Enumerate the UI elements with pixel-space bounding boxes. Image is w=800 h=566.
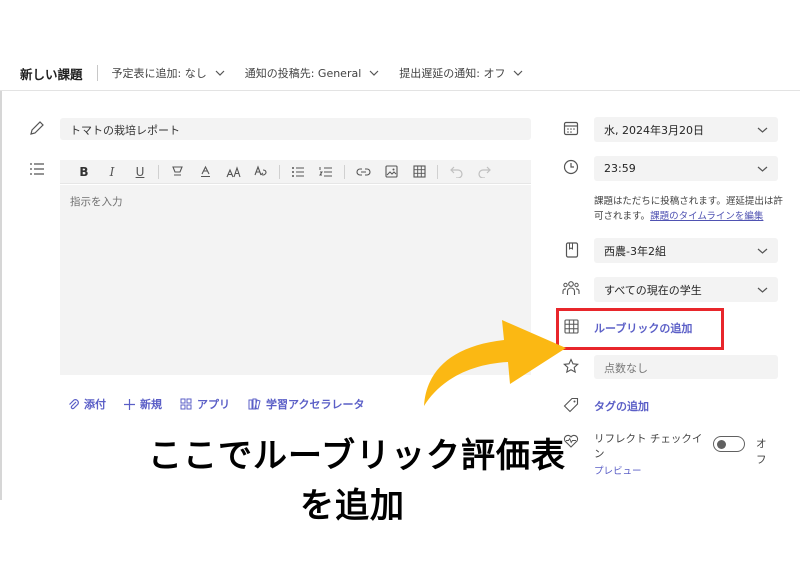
calendar-option[interactable]: 予定表に追加: なし — [112, 65, 225, 81]
instructions-placeholder: 指示を入力 — [70, 196, 123, 208]
class-select[interactable]: 西農-3年2組 — [594, 238, 778, 263]
header-divider — [96, 65, 98, 81]
left-border — [0, 90, 2, 500]
bold-button[interactable]: B — [70, 165, 98, 179]
bullet-list-icon[interactable] — [284, 166, 312, 178]
people-icon — [562, 281, 580, 295]
attach-label: 添付 — [84, 398, 106, 411]
reflect-toggle[interactable] — [713, 436, 745, 452]
numbered-list-icon[interactable] — [312, 166, 340, 178]
assignment-title-input[interactable]: トマトの栽培レポート — [60, 118, 531, 140]
undo-icon[interactable] — [442, 166, 470, 178]
points-input[interactable]: 点数なし — [594, 355, 778, 379]
chevron-down-icon — [514, 70, 523, 76]
new-button[interactable]: 新規 — [124, 396, 162, 412]
post-to-option-label: 通知の投稿先: General — [244, 67, 362, 80]
text-lines-icon — [30, 163, 44, 175]
apps-label: アプリ — [197, 398, 230, 411]
new-label: 新規 — [140, 398, 162, 411]
chevron-down-icon — [757, 287, 768, 293]
header-bar: 新しい課題 予定表に追加: なし 通知の投稿先: General 提出遅延の通知… — [20, 56, 543, 90]
calendar-icon — [563, 121, 579, 136]
toggle-state-label: オフ — [756, 438, 767, 466]
toolbar-divider — [279, 164, 280, 179]
chevron-down-icon — [757, 166, 768, 172]
table-icon[interactable] — [405, 165, 433, 178]
apps-button[interactable]: アプリ — [180, 396, 230, 412]
post-to-option[interactable]: 通知の投稿先: General — [245, 65, 380, 81]
toolbar-divider — [437, 164, 438, 179]
apps-icon — [180, 398, 192, 410]
students-select[interactable]: すべての現在の学生 — [594, 277, 778, 302]
edit-timeline-link[interactable]: 課題のタイムラインを編集 — [650, 211, 763, 222]
class-value: 西農-3年2組 — [604, 244, 666, 258]
paperclip-icon — [69, 398, 79, 409]
page-title: 新しい課題 — [20, 66, 83, 82]
attach-button[interactable]: 添付 — [68, 396, 106, 412]
format-toolbar: B I U — [60, 160, 531, 184]
due-time-select[interactable]: 23:59 — [594, 156, 778, 181]
annotation-line-1: ここでルーブリック評価表 — [148, 436, 566, 476]
pencil-icon — [30, 121, 44, 135]
clock-icon — [563, 159, 579, 175]
highlight-box — [556, 308, 724, 350]
due-date-value: 水, 2024年3月20日 — [604, 123, 704, 137]
highlight-icon[interactable] — [163, 165, 191, 178]
preview-badge: プレビュー — [594, 466, 642, 477]
due-date-select[interactable]: 水, 2024年3月20日 — [594, 117, 778, 142]
font-color-icon[interactable] — [191, 165, 219, 178]
chevron-down-icon — [757, 127, 768, 133]
link-icon[interactable] — [349, 167, 377, 177]
toolbar-divider — [158, 164, 159, 179]
toggle-knob — [717, 439, 726, 449]
due-time-value: 23:59 — [604, 162, 636, 175]
italic-button[interactable]: I — [98, 165, 126, 179]
books-icon — [248, 398, 261, 410]
chevron-down-icon — [215, 70, 225, 76]
font-size-icon[interactable] — [219, 165, 247, 178]
redo-icon[interactable] — [470, 166, 498, 178]
image-icon[interactable] — [377, 165, 405, 178]
notebook-icon — [565, 242, 579, 258]
annotation-line-2: を追加 — [300, 486, 405, 526]
plus-icon — [124, 398, 135, 410]
chevron-down-icon — [369, 70, 379, 76]
late-notify-option[interactable]: 提出遅延の通知: オフ — [399, 65, 523, 81]
arrow-icon — [424, 320, 566, 406]
learning-accelerator-label: 学習アクセラレータ — [266, 398, 365, 411]
header-divider-line — [0, 90, 800, 91]
learning-accelerator-button[interactable]: 学習アクセラレータ — [248, 396, 364, 412]
calendar-option-label: 予定表に追加: なし — [111, 67, 207, 80]
toolbar-divider — [344, 164, 345, 179]
late-notify-option-label: 提出遅延の通知: オフ — [399, 67, 506, 80]
students-value: すべての現在の学生 — [604, 283, 702, 297]
attachments-row: 添付 新規 アプリ 学習アクセラレータ — [68, 396, 382, 412]
add-tag-button[interactable]: タグの追加 — [594, 398, 649, 414]
underline-button[interactable]: U — [126, 165, 154, 179]
chevron-down-icon — [757, 248, 768, 254]
reflect-checkin-label: リフレクト チェックイン — [594, 433, 703, 460]
text-style-icon[interactable] — [247, 165, 275, 178]
timeline-note: 課題はただちに投稿されます。遅延提出は許可されます。課題のタイムラインを編集 — [594, 194, 784, 224]
